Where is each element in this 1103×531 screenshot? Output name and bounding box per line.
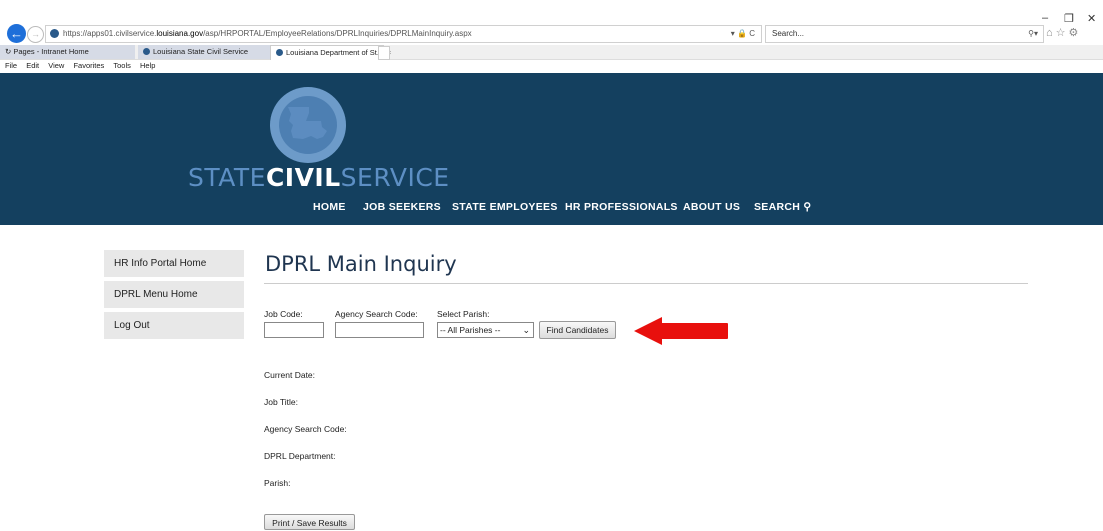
louisiana-state-shape-icon: [288, 107, 327, 139]
menu-tools[interactable]: Tools: [113, 61, 131, 70]
new-tab-icon[interactable]: [378, 46, 390, 60]
job-code-input[interactable]: [264, 322, 324, 338]
print-save-results-button[interactable]: Print / Save Results: [264, 514, 355, 530]
agency-search-code-label: Agency Search Code:: [335, 309, 418, 319]
nav-state-employees[interactable]: STATE EMPLOYEES: [452, 201, 558, 213]
page-title: DPRL Main Inquiry: [265, 252, 457, 276]
select-parish-label: Select Parish:: [437, 309, 490, 319]
home-favorites-settings-icon[interactable]: ⌂☆⚙: [1046, 26, 1081, 39]
nav-search[interactable]: SEARCH ⚲: [754, 201, 811, 213]
search-placeholder: Search...: [772, 29, 805, 38]
red-arrow-shaft: [660, 323, 728, 339]
back-arrow-icon[interactable]: ←: [7, 24, 26, 43]
menu-favorites[interactable]: Favorites: [73, 61, 104, 70]
main-nav: HOME JOB SEEKERS STATE EMPLOYEES HR PROF…: [0, 201, 1103, 215]
red-arrow-annotation-icon: [634, 317, 662, 345]
site-header: STATECIVILSERVICE HOME JOB SEEKERS STATE…: [0, 73, 1103, 225]
menu-file[interactable]: File: [5, 61, 17, 70]
close-window-icon[interactable]: ✕: [1087, 12, 1096, 25]
title-divider: [264, 283, 1028, 284]
sidebar-item-log-out[interactable]: Log Out: [104, 312, 244, 339]
browser-chrome: ← → https://apps01.civilservice.louisian…: [0, 0, 1103, 45]
search-icon[interactable]: ⚲▾: [1028, 26, 1038, 42]
menu-help[interactable]: Help: [140, 61, 155, 70]
tab-louisiana-dept[interactable]: Louisiana Department of St...×: [270, 45, 392, 60]
restore-icon[interactable]: ❐: [1064, 12, 1074, 25]
menu-view[interactable]: View: [48, 61, 64, 70]
url-text: https://apps01.civilservice.louisiana.go…: [63, 29, 472, 38]
lock-refresh-icon[interactable]: ▾ 🔒 C: [731, 26, 755, 42]
search-icon: ⚲: [803, 201, 812, 213]
job-code-label: Job Code:: [264, 309, 303, 319]
address-bar[interactable]: https://apps01.civilservice.louisiana.go…: [45, 25, 762, 43]
sidebar-item-hr-info-portal-home[interactable]: HR Info Portal Home: [104, 250, 244, 277]
tab-intranet-home[interactable]: ↻ Pages - Intranet Home: [0, 45, 135, 59]
dprl-department-label: DPRL Department:: [264, 451, 336, 461]
sidebar-item-dprl-menu-home[interactable]: DPRL Menu Home: [104, 281, 244, 308]
nav-about-us[interactable]: ABOUT US: [683, 201, 740, 213]
parish-select[interactable]: -- All Parishes -- ⌄: [437, 322, 534, 338]
site-icon: [276, 49, 283, 56]
site-icon: [143, 48, 150, 55]
tab-civil-service[interactable]: Louisiana State Civil Service: [138, 45, 274, 59]
menu-edit[interactable]: Edit: [26, 61, 39, 70]
sidebar-item-label: HR Info Portal Home: [114, 258, 207, 269]
job-title-label: Job Title:: [264, 397, 299, 407]
current-date-label: Current Date:: [264, 370, 316, 380]
menu-bar: File Edit View Favorites Tools Help: [0, 60, 1103, 72]
parish-result-label: Parish:: [264, 478, 291, 488]
chevron-down-icon: ⌄: [522, 325, 530, 335]
browser-search-input[interactable]: Search... ⚲▾: [765, 25, 1044, 43]
parish-selected-value: -- All Parishes --: [440, 325, 501, 335]
forward-arrow-icon[interactable]: →: [27, 26, 44, 43]
site-favicon-icon: [50, 29, 59, 38]
state-civil-service-logo[interactable]: STATECIVILSERVICE: [188, 163, 450, 192]
minimize-icon[interactable]: –: [1042, 12, 1048, 24]
sidebar-item-label: DPRL Menu Home: [114, 289, 198, 300]
nav-home[interactable]: HOME: [313, 201, 346, 213]
nav-hr-professionals[interactable]: HR PROFESSIONALS: [565, 201, 678, 213]
nav-job-seekers[interactable]: JOB SEEKERS: [363, 201, 441, 213]
find-candidates-button[interactable]: Find Candidates: [539, 321, 616, 339]
sidebar-item-label: Log Out: [114, 320, 150, 331]
tab-strip: ↻ Pages - Intranet Home Louisiana State …: [0, 45, 1103, 60]
agency-search-code-input[interactable]: [335, 322, 424, 338]
agency-search-code-result-label: Agency Search Code:: [264, 424, 347, 434]
